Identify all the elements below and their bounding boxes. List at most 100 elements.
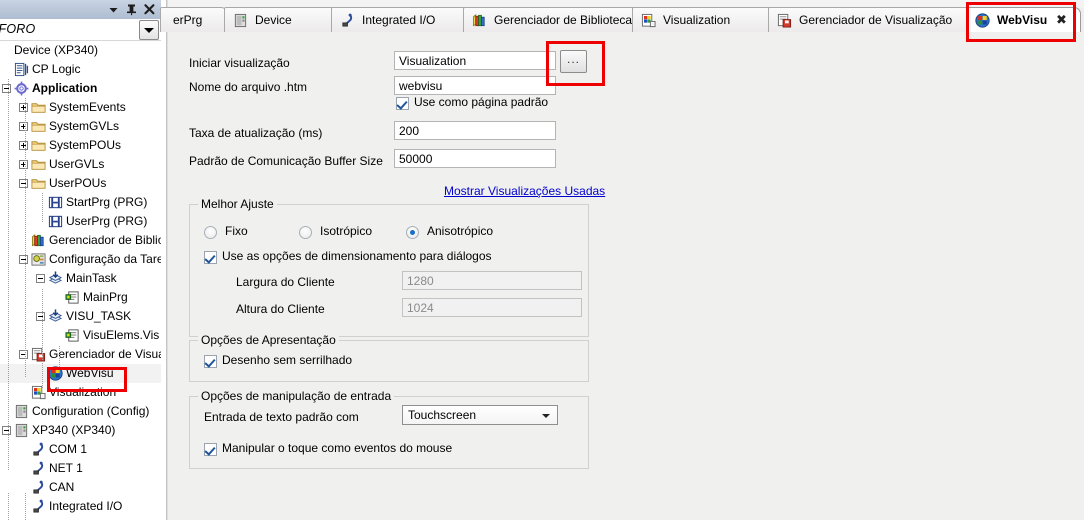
tree-item-label: Gerenciador de Visual [49,347,161,361]
buffer-size-input[interactable] [394,149,556,168]
chevron-down-icon [542,414,550,418]
default-text-input-select[interactable]: Touchscreen [402,405,558,425]
antialiasing-checkbox[interactable] [204,355,217,368]
tree-item[interactable]: COM 1 [0,440,161,459]
htm-filename-input[interactable] [394,76,556,95]
tree-expander-minus-icon[interactable] [19,179,28,188]
device-tree-panel: AFORO Device (XP340) CP Logic Application S… [0,0,161,520]
folder-icon [31,119,46,134]
tree-expander-plus-icon[interactable] [19,103,28,112]
port-icon [31,442,46,457]
tab-label: Device [255,13,292,27]
tree-item-label: Configuração da Tare [49,252,161,266]
library-icon [472,12,488,28]
tree-item[interactable]: Visualization [0,383,161,402]
tree-item-label: UserPrg (PRG) [66,214,148,228]
task-icon [48,309,63,324]
tree-expander-minus-icon[interactable] [36,312,45,321]
use-scaling-options-checkbox[interactable] [204,251,217,264]
port-icon [31,461,46,476]
best-fit-radio-anisotropico[interactable] [406,226,419,239]
default-page-label: Use como página padrão [414,95,549,109]
use-scaling-options-label: Use as opções de dimensionamento para di… [222,249,492,263]
tree-item-label: Gerenciador de Bibliot [49,233,161,247]
tab-label: Visualization [663,13,731,27]
touch-as-mouse-checkbox[interactable] [204,443,217,456]
best-fit-radio-isotropico[interactable] [299,226,312,239]
tree-item-label: UserGVLs [49,157,105,171]
port-icon [31,499,46,514]
editor-tabstrip: erPrg Device Integrated I/O Gerenciador de … [160,0,1084,33]
default-page-checkbox[interactable] [396,97,409,110]
tab-close-icon[interactable]: ✖ [1056,8,1067,32]
best-fit-radio-anisotropico-label: Anisotrópico [427,224,494,238]
update-rate-input[interactable] [394,121,556,140]
tab-webvisu[interactable]: WebVisu ✖ [966,7,1081,32]
tree-item-label: SystemGVLs [49,119,120,133]
tree-item[interactable]: Device (XP340) [0,41,161,60]
folder-icon [31,138,46,153]
tree-expander-minus-icon[interactable] [2,84,11,93]
prg-icon [48,195,63,210]
tree-expander-plus-icon[interactable] [19,122,28,131]
tree-item[interactable]: Configuration (Config) [0,402,161,421]
tree-item[interactable]: XP340 (XP340) [0,421,161,440]
tree-item-label: WebVisu [66,366,114,380]
antialiasing-label: Desenho sem serrilhado [222,353,353,367]
panel-menu-dropdown-icon[interactable] [106,2,121,17]
visu-manager-icon [31,347,46,362]
tree-item[interactable]: NET 1 [0,459,161,478]
tab-label: Gerenciador de Visualização [799,13,953,27]
client-width-input[interactable] [402,271,582,290]
pou-ref-icon [65,328,80,343]
visualization-icon [31,385,46,400]
best-fit-radio-fixo[interactable] [204,226,217,239]
tree-expander-minus-icon[interactable] [2,426,11,435]
tab-label: erPrg [173,13,203,27]
panel-close-icon[interactable] [142,2,157,17]
tree-item-label: Device (XP340) [14,43,99,57]
cp-logic-icon [14,62,29,77]
tab-integrated-i-o[interactable]: Integrated I/O [331,7,471,32]
folder-icon [31,157,46,172]
tree-expander-minus-icon[interactable] [19,350,28,359]
tab-device[interactable]: Device [224,7,339,32]
client-height-label: Altura do Cliente [236,302,325,316]
tree-item-label: SystemPOUs [49,138,122,152]
project-combobox-dropdown-button[interactable] [139,20,159,40]
show-used-visualizations-link[interactable]: Mostrar Visualizações Usadas [444,184,605,198]
tree-item-label: COM 1 [49,442,88,456]
tree-item-label: StartPrg (PRG) [66,195,148,209]
tab-erprg[interactable]: erPrg [160,7,228,32]
client-height-input[interactable] [402,298,582,317]
tree-expander-plus-icon[interactable] [19,160,28,169]
device-icon [233,12,249,28]
codesys-webvisu-window: AFORO Device (XP340) CP Logic Application S… [0,0,1084,520]
tree-expander-minus-icon[interactable] [19,255,28,264]
project-combobox[interactable]: AFORO [0,19,161,41]
tab-gerenciador-de-visualiza-o[interactable]: Gerenciador de Visualização [768,7,988,32]
project-tree[interactable]: Device (XP340) CP Logic Application SystemE… [0,41,161,520]
tree-item-label: VisuElems.Vis [83,328,160,342]
presentation-group-title: Opções de Apresentação [198,333,339,347]
best-fit-radio-isotropico-label: Isotrópico [320,224,373,238]
tree-expander-minus-icon[interactable] [36,274,45,283]
browse-visualization-button[interactable]: ... [560,50,587,73]
task-config-icon [31,252,46,267]
tree-item[interactable]: Application [0,79,161,98]
tree-expander-plus-icon[interactable] [19,141,28,150]
visu-manager-icon [777,12,793,28]
start-visualization-input[interactable] [394,51,556,70]
default-text-input-label: Entrada de texto padrão com [204,410,359,424]
folder-icon [31,100,46,115]
tree-item[interactable]: CP Logic [0,60,161,79]
panel-titlebar [0,0,161,20]
pou-ref-icon [65,290,80,305]
tree-item-label: CAN [49,480,75,494]
panel-pin-icon[interactable] [124,2,139,17]
tab-label: WebVisu [997,13,1048,27]
tree-item-label: Configuration (Config) [32,404,150,418]
start-visualization-label: Iniciar visualização [189,56,290,70]
tree-item-label: NET 1 [49,461,83,475]
tree-item-label: MainTask [66,271,117,285]
